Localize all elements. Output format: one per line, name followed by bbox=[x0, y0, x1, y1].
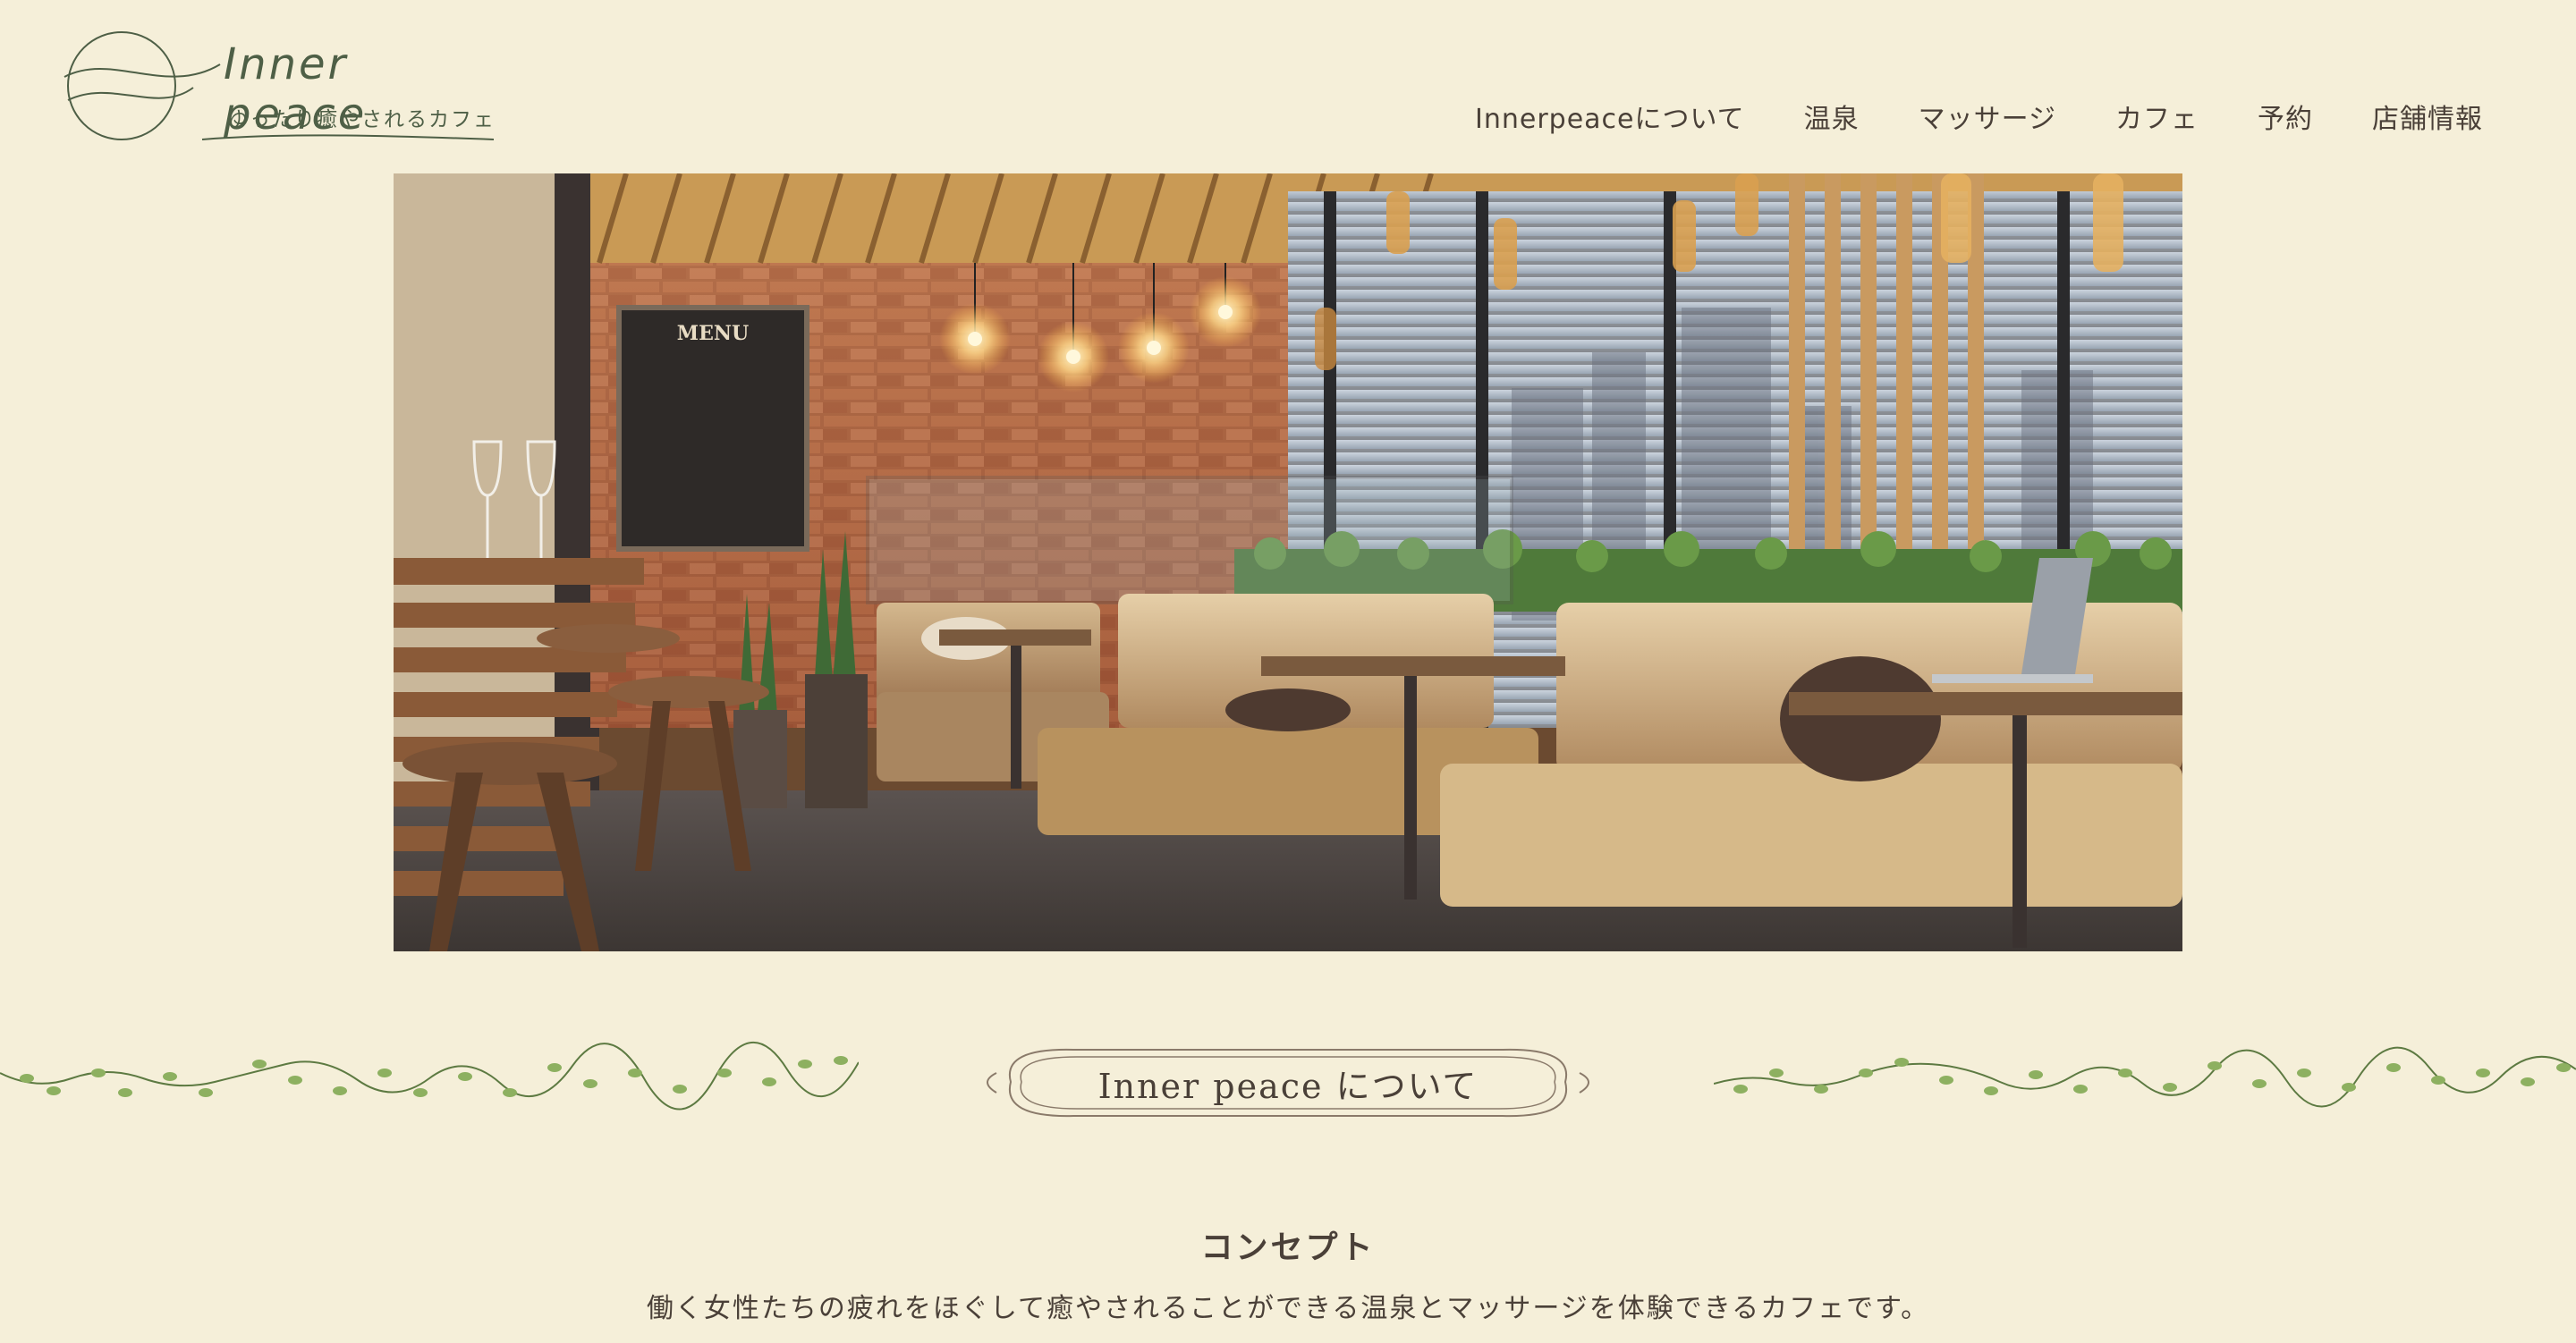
about-section-heading: Inner peace について bbox=[0, 1037, 2576, 1127]
nav-item-onsen[interactable]: 温泉 bbox=[1804, 97, 1860, 136]
nav-item-about[interactable]: Innerpeaceについて bbox=[1475, 97, 1745, 136]
hero-image: MENU bbox=[394, 173, 2182, 951]
vine-decoration-icon bbox=[0, 1042, 859, 1111]
vine-decoration-icon bbox=[1714, 1046, 2576, 1108]
nav-item-cafe[interactable]: カフェ bbox=[2115, 97, 2199, 136]
nav-item-massage[interactable]: マッサージ bbox=[1919, 97, 2056, 136]
logo-tagline: ゆったり癒やされるカフェ bbox=[227, 108, 496, 131]
main-nav: Innerpeaceについて 温泉 マッサージ カフェ 予約 店舗情報 bbox=[1475, 97, 2483, 136]
nav-item-store-info[interactable]: 店舗情報 bbox=[2372, 97, 2483, 136]
page: Inner peace ゆったり癒やされるカフェ Innerpeaceについて … bbox=[0, 0, 2576, 1343]
concept-text: 働く女性たちの疲れをほぐして癒やされることができる温泉とマッサージを体験できるカ… bbox=[646, 1293, 1930, 1324]
menu-board-text: MENU bbox=[677, 322, 749, 345]
site-logo[interactable]: Inner peace ゆったり癒やされるカフェ bbox=[59, 25, 506, 150]
nav-item-reservation[interactable]: 予約 bbox=[2258, 97, 2313, 136]
concept-title: コンセプト bbox=[1200, 1229, 1376, 1266]
section-title: Inner peace について bbox=[1097, 1067, 1479, 1106]
